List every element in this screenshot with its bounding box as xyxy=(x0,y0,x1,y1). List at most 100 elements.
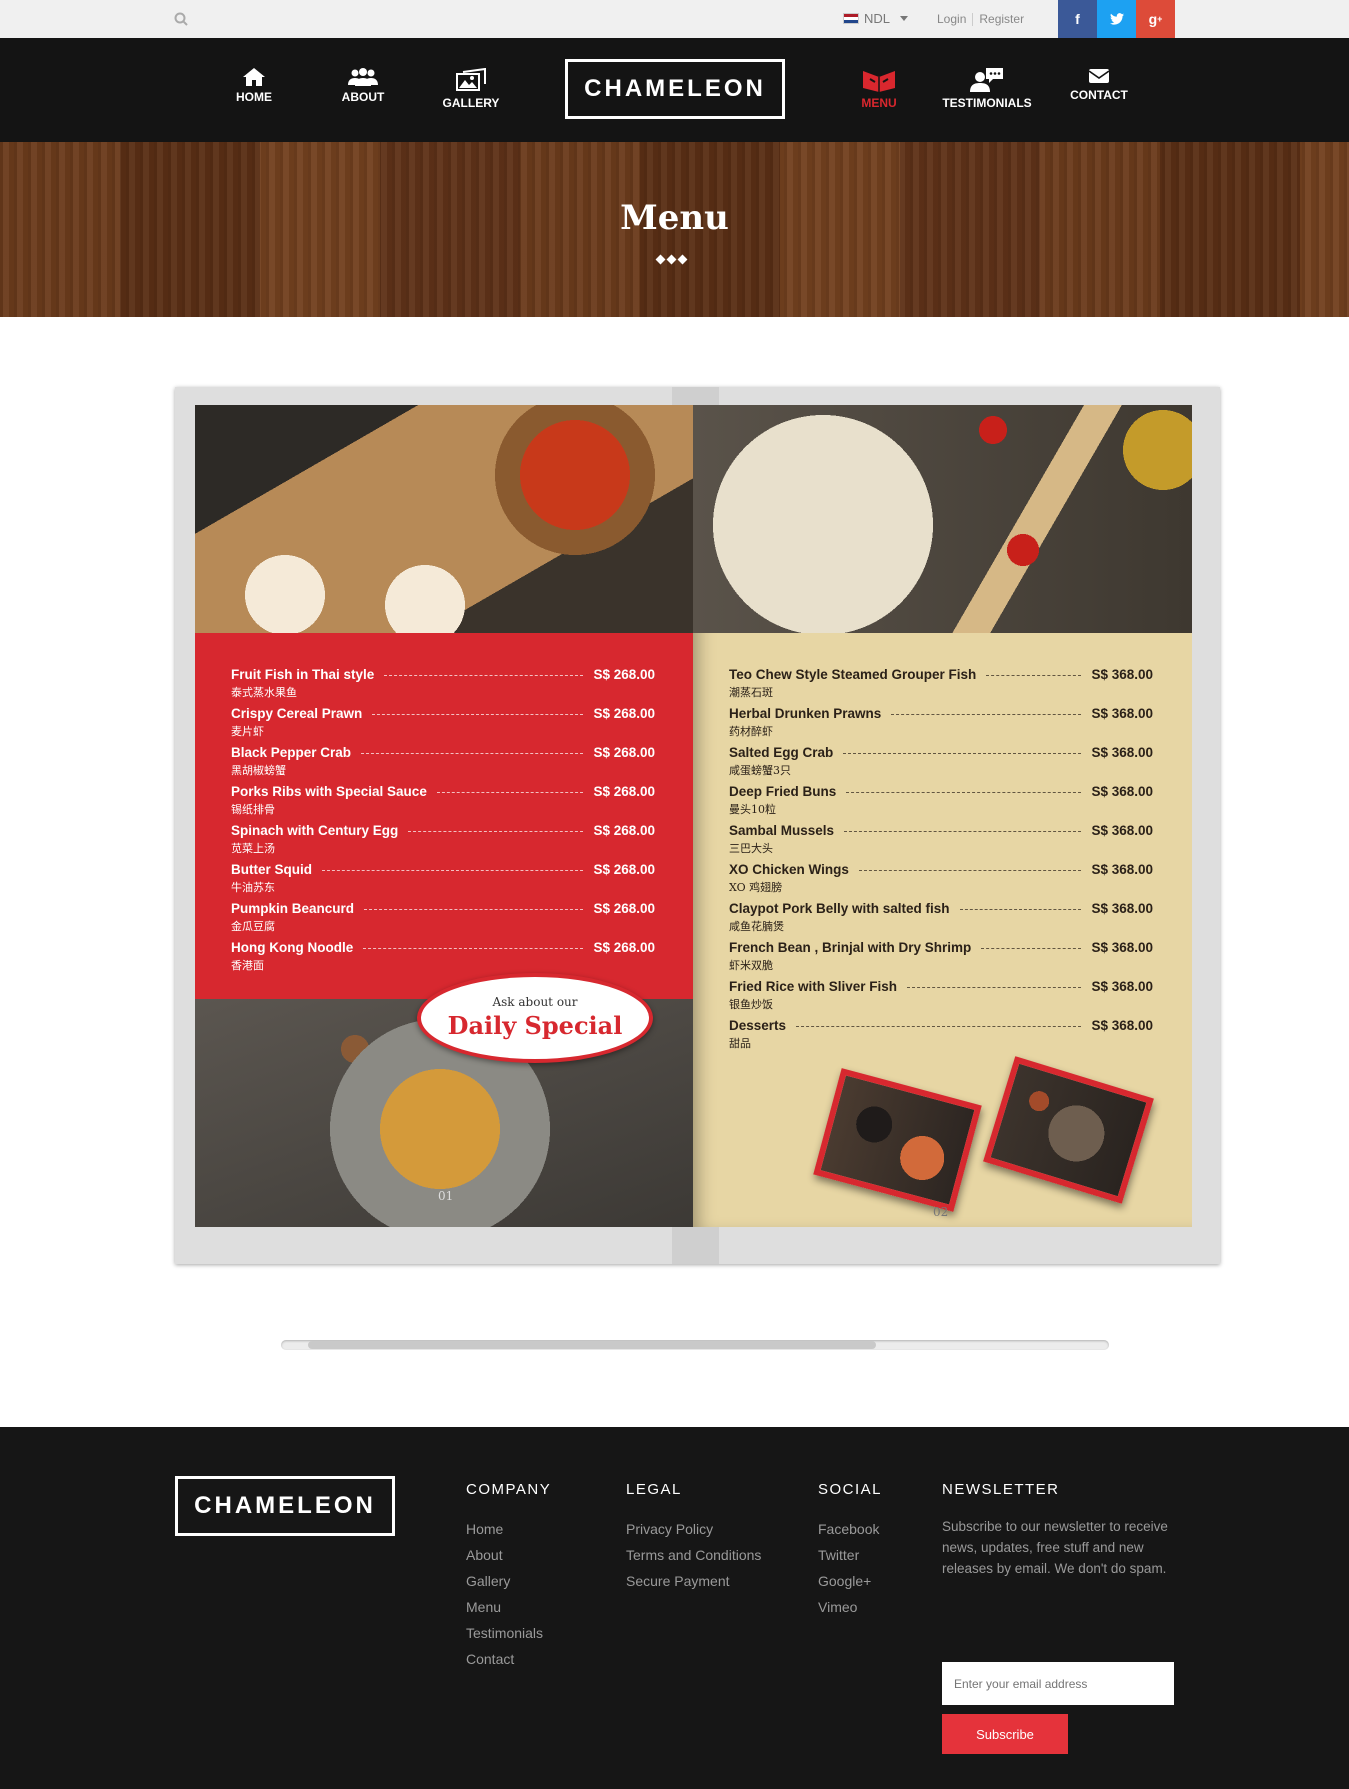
menu-item-price: S$ 368.00 xyxy=(1091,1018,1153,1033)
logo[interactable]: CHAMELEON xyxy=(565,59,785,119)
menu-item-name: Black Pepper Crab xyxy=(231,745,352,760)
footer-newsletter: NEWSLETTER Subscribe to our newsletter t… xyxy=(942,1481,1174,1754)
dotted-leader xyxy=(322,870,584,871)
menu-item: Herbal Drunken Prawns S$ 368.00 药材醉虾 xyxy=(729,706,1153,745)
menu-item-line: Claypot Pork Belly with salted fish S$ 36… xyxy=(729,901,1153,916)
footer: CHAMELEON COMPANY Home About Gallery Men… xyxy=(0,1427,1349,1789)
dotted-leader xyxy=(959,909,1082,910)
footer-social-title: SOCIAL xyxy=(818,1481,883,1498)
nav-contact[interactable]: CONTACT xyxy=(1044,68,1154,102)
menu-item: XO Chicken Wings S$ 368.00 XO 鸡翅膀 xyxy=(729,862,1153,901)
footer-link-facebook[interactable]: Facebook xyxy=(818,1516,882,1542)
menu-item: French Bean , Brinjal with Dry Shrimp S$ … xyxy=(729,940,1153,979)
dotted-leader xyxy=(361,753,584,754)
menu-item-line: Fruit Fish in Thai style S$ 268.00 xyxy=(231,667,655,682)
menu-list-right: Teo Chew Style Steamed Grouper Fish S$ 36… xyxy=(729,667,1153,1057)
menu-item-name: Herbal Drunken Prawns xyxy=(729,706,882,721)
menu-item-chinese-name: 咸鱼花腩煲 xyxy=(729,920,784,933)
footer-logo[interactable]: CHAMELEON xyxy=(175,1476,395,1536)
page-number-left: 01 xyxy=(438,1189,454,1203)
menu-book[interactable]: Fruit Fish in Thai style S$ 268.00 泰式蒸水果鱼 C… xyxy=(175,387,1220,1264)
footer-link-contact[interactable]: Contact xyxy=(466,1646,551,1672)
nav-label-about: ABOUT xyxy=(341,90,385,104)
page-title: Menu xyxy=(620,198,729,238)
menu-item-line: Porks Ribs with Special Sauce S$ 268.00 xyxy=(231,784,655,799)
footer-link-menu[interactable]: Menu xyxy=(466,1594,551,1620)
menu-item-line: Deep Fried Buns S$ 368.00 xyxy=(729,784,1153,799)
menu-item-line: Pumpkin Beancurd S$ 268.00 xyxy=(231,901,655,916)
dotted-leader xyxy=(364,909,584,910)
menu-item-line: Teo Chew Style Steamed Grouper Fish S$ 36… xyxy=(729,667,1153,682)
search-icon[interactable] xyxy=(174,12,188,26)
menu-item-chinese-name: 金瓜豆腐 xyxy=(231,920,275,933)
menu-item-chinese-name: 咸蛋螃蟹3只 xyxy=(729,764,791,777)
menu-item-chinese-name: 潮蒸石斑 xyxy=(729,686,773,699)
menu-page-right: Teo Chew Style Steamed Grouper Fish S$ 36… xyxy=(693,405,1192,1227)
menu-item: Porks Ribs with Special Sauce S$ 268.00 锡纸… xyxy=(231,784,655,823)
nav-label-contact: CONTACT xyxy=(1070,88,1128,102)
caviar-bread-photo xyxy=(195,405,693,633)
menu-item-line: Salted Egg Crab S$ 368.00 xyxy=(729,745,1153,760)
nav-home[interactable]: HOME xyxy=(199,68,309,104)
nav-testimonials[interactable]: TESTIMONIALS xyxy=(932,68,1042,110)
footer-link-payment[interactable]: Secure Payment xyxy=(626,1568,761,1594)
book-scrollbar[interactable] xyxy=(281,1340,1109,1350)
menu-item-name: Fruit Fish in Thai style xyxy=(231,667,375,682)
menu-item-line: Black Pepper Crab S$ 268.00 xyxy=(231,745,655,760)
footer-company-title: COMPANY xyxy=(466,1481,552,1498)
footer-link-about[interactable]: About xyxy=(466,1542,551,1568)
footer-link-testimonials[interactable]: Testimonials xyxy=(466,1620,551,1646)
facebook-icon[interactable]: f xyxy=(1058,0,1097,38)
footer-link-googleplus[interactable]: Google+ xyxy=(818,1568,882,1594)
menu-item-name: XO Chicken Wings xyxy=(729,862,849,877)
menu-item-name: French Bean , Brinjal with Dry Shrimp xyxy=(729,940,972,955)
dotted-leader xyxy=(844,831,1082,832)
menu-item-name: Porks Ribs with Special Sauce xyxy=(231,784,427,799)
twitter-icon[interactable] xyxy=(1097,0,1136,38)
footer-link-home[interactable]: Home xyxy=(466,1516,551,1542)
food-photo-polaroid-2 xyxy=(983,1056,1154,1204)
dotted-leader xyxy=(796,1026,1082,1027)
menu-mask-icon xyxy=(863,71,895,92)
login-link[interactable]: Login xyxy=(937,12,966,26)
footer-link-twitter[interactable]: Twitter xyxy=(818,1542,882,1568)
menu-list-left: Fruit Fish in Thai style S$ 268.00 泰式蒸水果鱼 C… xyxy=(231,667,655,979)
dotted-leader xyxy=(891,714,1082,715)
menu-item-price: S$ 268.00 xyxy=(593,940,655,955)
subscribe-button[interactable]: Subscribe xyxy=(942,1714,1068,1754)
menu-item-price: S$ 368.00 xyxy=(1091,784,1153,799)
register-link[interactable]: Register xyxy=(979,12,1024,26)
nav-about[interactable]: ABOUT xyxy=(308,68,418,104)
scrollbar-thumb[interactable] xyxy=(308,1341,876,1349)
footer-link-vimeo[interactable]: Vimeo xyxy=(818,1594,882,1620)
menu-item: Deep Fried Buns S$ 368.00 曼头10粒 xyxy=(729,784,1153,823)
daily-special-badge: Ask about our Daily Special xyxy=(417,973,653,1063)
menu-item: Spinach with Century Egg S$ 268.00 苋菜上汤 xyxy=(231,823,655,862)
menu-item-line: French Bean , Brinjal with Dry Shrimp S$ … xyxy=(729,940,1153,955)
nav-gallery[interactable]: GALLERY xyxy=(416,68,526,110)
menu-item: Sambal Mussels S$ 368.00 三巴大头 xyxy=(729,823,1153,862)
menu-item-price: S$ 368.00 xyxy=(1091,823,1153,838)
footer-company-column: COMPANY Home About Gallery Menu Testimon… xyxy=(466,1481,551,1672)
language-selector[interactable]: NDL xyxy=(843,11,909,26)
menu-item: Crispy Cereal Prawn S$ 268.00 麦片虾 xyxy=(231,706,655,745)
footer-link-privacy[interactable]: Privacy Policy xyxy=(626,1516,761,1542)
menu-item-chinese-name: 甜品 xyxy=(729,1037,751,1050)
footer-link-gallery[interactable]: Gallery xyxy=(466,1568,551,1594)
menu-item: Claypot Pork Belly with salted fish S$ 36… xyxy=(729,901,1153,940)
footer-legal-title: LEGAL xyxy=(626,1481,682,1498)
divider xyxy=(972,13,974,27)
footer-social-column: SOCIAL Facebook Twitter Google+ Vimeo xyxy=(818,1481,882,1620)
page-number-right: 02 xyxy=(933,1205,949,1219)
footer-link-terms[interactable]: Terms and Conditions xyxy=(626,1542,761,1568)
language-label: NDL xyxy=(864,11,891,26)
menu-item-line: Desserts S$ 368.00 xyxy=(729,1018,1153,1033)
menu-item-chinese-name: XO 鸡翅膀 xyxy=(729,881,783,894)
menu-item-name: Butter Squid xyxy=(231,862,312,877)
menu-item-name: Spinach with Century Egg xyxy=(231,823,399,838)
newsletter-text: Subscribe to our newsletter to receive n… xyxy=(942,1519,1168,1576)
newsletter-email-input[interactable] xyxy=(942,1662,1174,1705)
nav-menu[interactable]: MENU xyxy=(824,68,934,110)
google-plus-icon[interactable]: g + xyxy=(1136,0,1175,38)
newsletter-title: NEWSLETTER xyxy=(942,1481,1060,1498)
